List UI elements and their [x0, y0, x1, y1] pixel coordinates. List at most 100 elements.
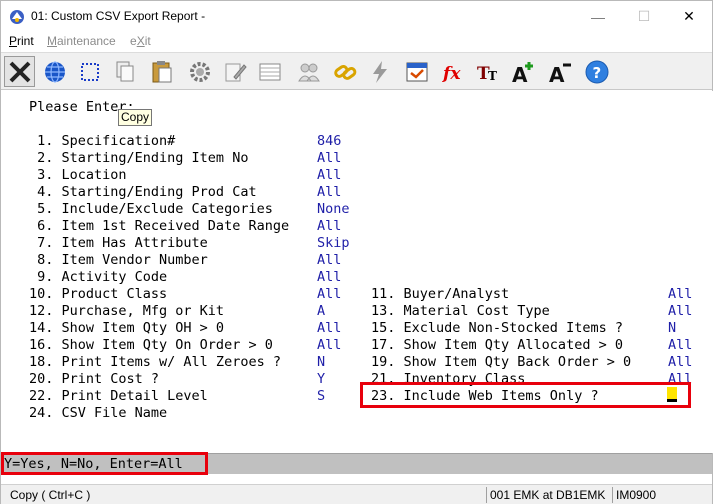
edit-icon	[225, 63, 247, 81]
function-icon: fx	[442, 64, 461, 84]
font-size-button[interactable]: TT	[472, 56, 503, 87]
copy-icon	[116, 61, 133, 81]
font-shrink-icon: A	[549, 63, 571, 85]
menu-maintenance[interactable]: Maintenance	[47, 34, 116, 48]
input-cursor[interactable]	[667, 387, 677, 402]
field-label: 10. Product Class	[29, 286, 168, 302]
font-grow-icon: A	[512, 61, 533, 85]
status-session: 001 EMK at DB1EMK	[486, 487, 605, 503]
title-bar: 01: Custom CSV Export Report - — ☐ ✕	[1, 1, 712, 32]
field-label: 9. Activity Code	[29, 269, 168, 285]
globe-icon	[44, 60, 65, 83]
lightning-button[interactable]	[364, 56, 395, 87]
app-window: 01: Custom CSV Export Report - — ☐ ✕ Pri…	[0, 0, 713, 504]
field-value[interactable]: N	[317, 354, 325, 371]
field-value[interactable]: All	[317, 252, 341, 269]
maximize-button[interactable]: ☐	[621, 1, 667, 32]
lightning-icon	[372, 60, 387, 83]
font-grow-button[interactable]: A	[508, 56, 539, 87]
table-button[interactable]	[254, 56, 285, 87]
highlight-web-items-field	[360, 382, 691, 408]
field-value[interactable]: All	[317, 150, 341, 167]
edit-button[interactable]	[219, 56, 250, 87]
field-value[interactable]: All	[317, 269, 341, 286]
globe-button[interactable]	[39, 56, 70, 87]
field-value[interactable]: All	[317, 320, 341, 337]
font-shrink-button[interactable]: A	[545, 56, 576, 87]
menu-bar: Print Maintenance eXit	[1, 32, 712, 51]
copy-button[interactable]	[109, 56, 140, 87]
select-button[interactable]	[74, 56, 105, 87]
maximize-icon: ☐	[637, 8, 651, 24]
field-label: 1. Specification#	[29, 133, 176, 149]
field-value[interactable]: N	[668, 320, 676, 337]
settings-button[interactable]	[184, 56, 215, 87]
field-value[interactable]: All	[317, 337, 341, 354]
users-icon	[297, 63, 320, 81]
minimize-icon: —	[591, 8, 605, 25]
function-button[interactable]: fx	[437, 56, 468, 87]
status-hint: Copy ( Ctrl+C )	[10, 488, 91, 502]
field-label: 7. Item Has Attribute	[29, 235, 208, 251]
field-value[interactable]: Y	[317, 371, 325, 388]
field-value[interactable]: A	[317, 303, 325, 320]
field-label: 2. Starting/Ending Item No	[29, 150, 249, 166]
help-button[interactable]: ?	[581, 56, 612, 87]
close-icon: ✕	[683, 8, 695, 24]
field-value[interactable]: Skip	[317, 235, 350, 252]
field-value[interactable]: All	[668, 354, 692, 371]
users-button[interactable]	[293, 56, 324, 87]
field-label: 13. Material Cost Type	[371, 303, 550, 319]
copy-tooltip: Copy	[118, 109, 153, 126]
field-value[interactable]: All	[668, 337, 692, 354]
highlight-help-text	[1, 452, 208, 475]
field-label: 18. Print Items w/ All Zeroes ?	[29, 354, 281, 370]
status-bar: Copy ( Ctrl+C ) 001 EMK at DB1EMK IM0900	[1, 484, 712, 504]
close-x-icon	[9, 61, 30, 82]
field-label: 24. CSV File Name	[29, 405, 168, 421]
close-window-button[interactable]: ✕	[666, 1, 712, 32]
settings-icon	[189, 61, 210, 82]
field-value[interactable]: S	[317, 388, 325, 405]
link-icon	[333, 64, 356, 80]
field-label: 22. Print Detail Level	[29, 388, 208, 404]
field-value[interactable]: All	[668, 286, 692, 303]
paste-button[interactable]	[146, 56, 177, 87]
field-label: 4. Starting/Ending Prod Cat	[29, 184, 257, 200]
calendar-button[interactable]	[401, 56, 432, 87]
close-x-button[interactable]	[4, 56, 35, 87]
field-label: 5. Include/Exclude Categories	[29, 201, 273, 217]
select-box-icon	[80, 62, 99, 81]
status-program: IM0900	[612, 487, 656, 503]
svg-text:?: ?	[592, 64, 601, 82]
table-icon	[259, 63, 280, 80]
field-value[interactable]: All	[317, 184, 341, 201]
field-label: 12. Purchase, Mfg or Kit	[29, 303, 225, 319]
toolbar: fx TT A A ?	[1, 52, 712, 90]
app-icon	[10, 10, 24, 24]
minimize-button[interactable]: —	[575, 1, 621, 32]
help-icon: ?	[585, 60, 608, 83]
font-size-icon: TT	[477, 64, 497, 84]
field-label: 8. Item Vendor Number	[29, 252, 208, 268]
field-label: 17. Show Item Qty Allocated > 0	[371, 337, 623, 353]
menu-exit[interactable]: eXit	[130, 34, 151, 48]
field-value[interactable]: 846	[317, 133, 341, 150]
field-label: 15. Exclude Non-Stocked Items ?	[371, 320, 623, 336]
link-button[interactable]	[329, 56, 360, 87]
calendar-icon	[406, 62, 427, 81]
svg-text:T: T	[488, 69, 497, 83]
svg-text:fx: fx	[442, 64, 461, 84]
field-label: 14. Show Item Qty OH > 0	[29, 320, 225, 336]
field-value[interactable]: None	[317, 201, 350, 218]
window-title: 01: Custom CSV Export Report -	[31, 9, 206, 23]
field-label: 19. Show Item Qty Back Order > 0	[371, 354, 632, 370]
field-value[interactable]: All	[317, 286, 341, 303]
field-value[interactable]: All	[317, 167, 341, 184]
field-value[interactable]: All	[317, 218, 341, 235]
field-label: 3. Location	[29, 167, 127, 183]
menu-print[interactable]: Print	[9, 34, 34, 48]
field-value[interactable]: All	[668, 303, 692, 320]
svg-text:A: A	[549, 63, 565, 85]
paste-icon	[152, 60, 171, 82]
